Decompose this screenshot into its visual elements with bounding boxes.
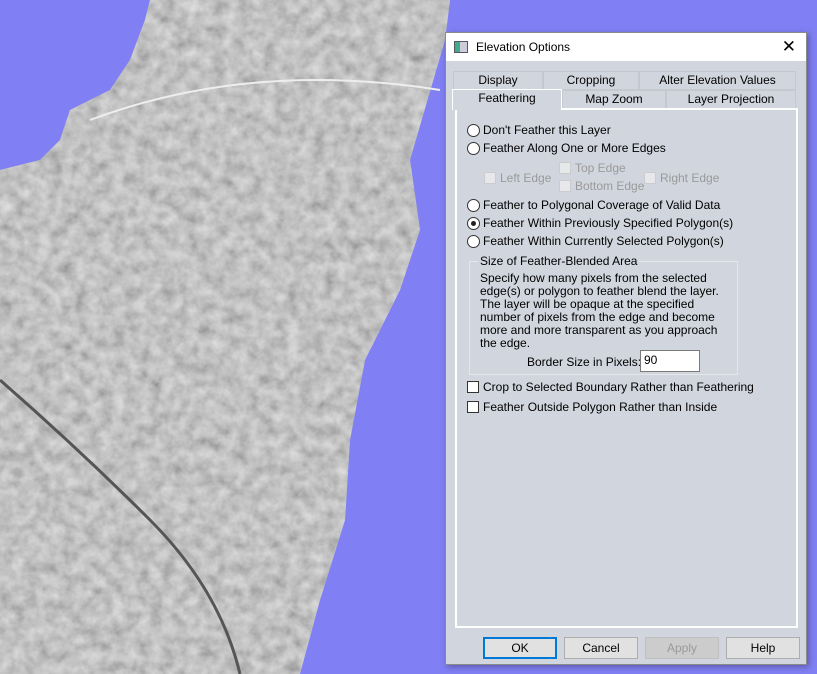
checkbox[interactable] [467,381,479,393]
checkbox[interactable] [644,172,656,184]
checkbox-label: Bottom Edge [575,179,645,193]
radio-along-edges[interactable]: Feather Along One or More Edges [467,141,666,155]
help-button[interactable]: Help [726,637,800,659]
checkbox-left-edge[interactable]: Left Edge [484,171,551,185]
radio-button[interactable] [467,123,480,137]
checkbox[interactable] [559,162,571,174]
feathering-panel: Don't Feather this Layer Feather Along O… [455,108,798,628]
checkbox-label: Crop to Selected Boundary Rather than Fe… [483,380,754,394]
checkbox-right-edge[interactable]: Right Edge [644,171,719,185]
radio-polygonal-coverage[interactable]: Feather to Polygonal Coverage of Valid D… [467,198,720,212]
radio-button[interactable] [467,234,480,248]
checkbox-label: Feather Outside Polygon Rather than Insi… [483,400,718,414]
apply-button[interactable]: Apply [645,637,719,659]
radio-label: Feather Within Currently Selected Polygo… [483,234,724,248]
tab-cropping[interactable]: Cropping [543,71,639,90]
border-size-label: Border Size in Pixels: [527,355,642,369]
checkbox-crop-boundary[interactable]: Crop to Selected Boundary Rather than Fe… [467,380,754,394]
checkbox-top-edge[interactable]: Top Edge [559,161,626,175]
checkbox-feather-outside[interactable]: Feather Outside Polygon Rather than Insi… [467,400,717,414]
group-description: Specify how many pixels from the selecte… [480,271,719,350]
radio-label: Feather Along One or More Edges [483,141,666,155]
tab-map-zoom[interactable]: Map Zoom [562,90,666,109]
cancel-button[interactable]: Cancel [564,637,638,659]
radio-button[interactable] [467,141,480,155]
tab-display[interactable]: Display [453,71,543,90]
checkbox-bottom-edge[interactable]: Bottom Edge [559,179,644,193]
title-bar: Elevation Options ✕ [446,33,806,61]
tab-feathering[interactable]: Feathering [452,89,562,110]
radio-button[interactable] [467,198,480,212]
radio-dont-feather[interactable]: Don't Feather this Layer [467,123,611,137]
tab-alter-elevation[interactable]: Alter Elevation Values [639,71,796,90]
radio-previously-specified[interactable]: Feather Within Previously Specified Poly… [467,216,733,230]
app-icon [454,41,468,53]
radio-currently-selected[interactable]: Feather Within Currently Selected Polygo… [467,234,724,248]
checkbox[interactable] [484,172,496,184]
checkbox-label: Top Edge [575,161,626,175]
close-icon[interactable]: ✕ [782,37,796,57]
tab-layer-projection[interactable]: Layer Projection [666,90,796,109]
checkbox-label: Right Edge [660,171,720,185]
ok-button[interactable]: OK [483,637,557,659]
radio-label: Feather Within Previously Specified Poly… [483,216,734,230]
radio-button[interactable] [467,216,480,230]
border-size-input[interactable]: 90 [640,350,700,372]
feather-size-group: Size of Feather-Blended Area Specify how… [469,254,738,375]
radio-label: Feather to Polygonal Coverage of Valid D… [483,198,721,212]
checkbox[interactable] [559,180,571,192]
checkbox-label: Left Edge [500,171,552,185]
dialog-title: Elevation Options [476,40,571,54]
elevation-options-dialog: Elevation Options ✕ Display Cropping Alt… [445,32,807,665]
radio-label: Don't Feather this Layer [483,123,611,137]
group-title: Size of Feather-Blended Area [478,254,640,268]
checkbox[interactable] [467,401,479,413]
